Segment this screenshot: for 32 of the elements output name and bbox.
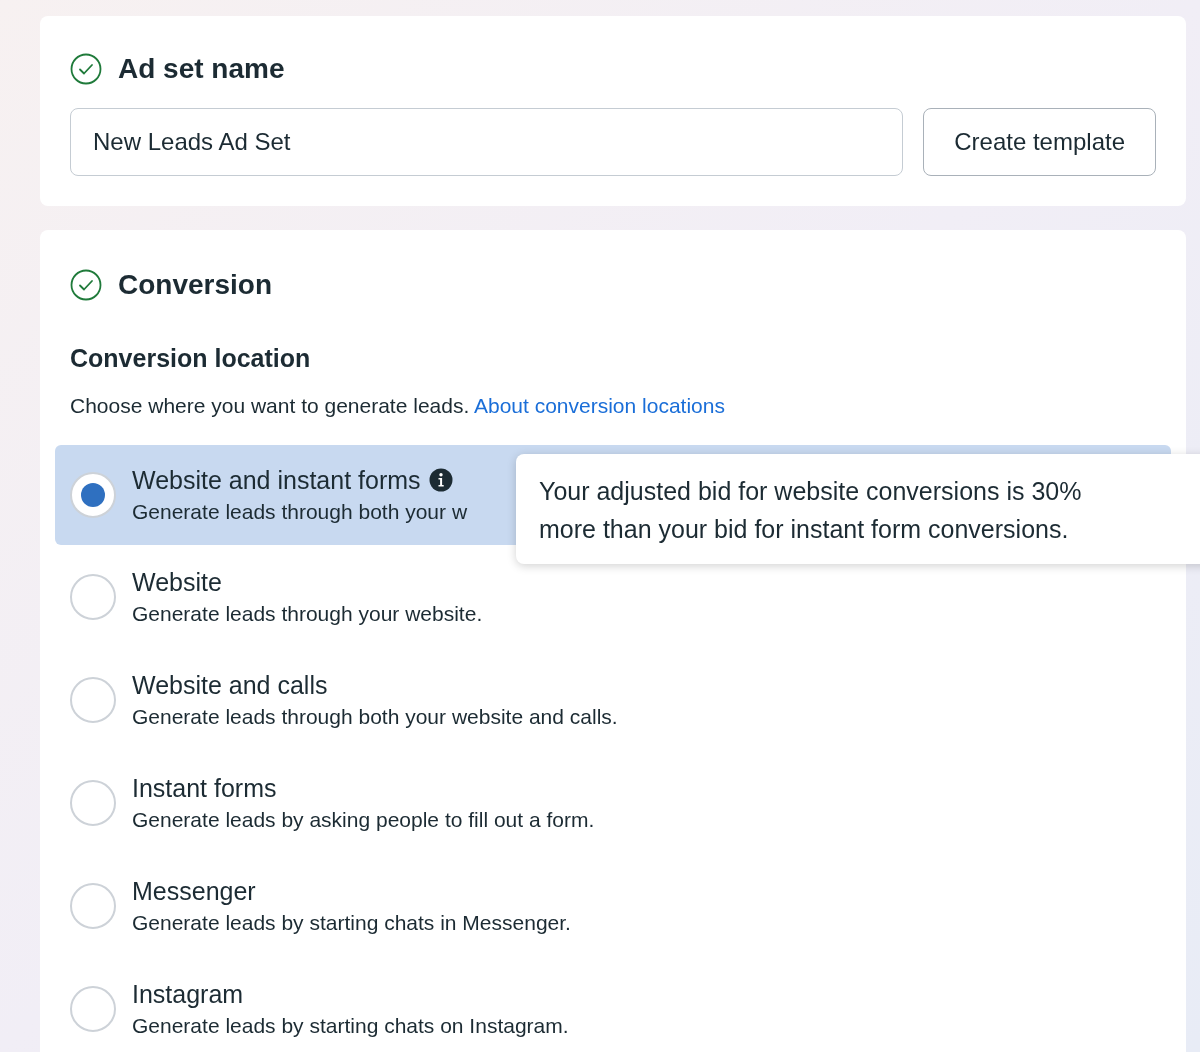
radio-option[interactable]: Instagram Generate leads by starting chats on Instagram. xyxy=(55,957,1171,1052)
option-title: Messenger xyxy=(132,875,256,907)
section-title: Ad set name xyxy=(118,52,285,86)
description-text: Choose where you want to generate leads. About conversion locations xyxy=(69,392,726,419)
option-description: Generate leads by asking people to fill out a form. xyxy=(132,806,595,833)
option-description: Generate leads through both your website and calls. xyxy=(132,703,618,730)
tooltip-text: Your adjusted bid for website conversions is 30% xyxy=(539,476,1083,507)
radio-button[interactable] xyxy=(70,985,116,1032)
radio-option[interactable]: Website Generate leads through your website. xyxy=(55,545,1171,648)
subsection-heading: Conversion location xyxy=(69,343,312,374)
tooltip-text: more than your bid for instant form conversions. xyxy=(539,514,1070,545)
radio-option[interactable]: Messenger Generate leads by starting chats in Messenger. xyxy=(55,854,1171,957)
option-title: Instagram xyxy=(132,978,244,1010)
option-title: Instant forms xyxy=(132,772,277,804)
create-template-button[interactable]: Create template xyxy=(923,108,1156,176)
option-description: Generate leads through your website. xyxy=(132,600,483,627)
radio-button[interactable] xyxy=(70,676,116,723)
option-description: Generate leads through both your w xyxy=(132,499,468,525)
option-title: Website and instant forms xyxy=(132,465,421,496)
radio-button[interactable] xyxy=(70,779,116,826)
input-field[interactable]: New Leads Ad Set xyxy=(70,108,904,176)
radio-option[interactable]: Website and calls Generate leads through both your website and calls. xyxy=(55,648,1171,751)
radio-button[interactable] xyxy=(70,472,116,518)
radio-option[interactable]: Instant forms Generate leads by asking people to fill out a form. xyxy=(55,751,1171,854)
option-title: Website xyxy=(132,566,222,598)
section-title: Conversion xyxy=(118,268,273,302)
option-description: Generate leads by starting chats on Instagram. xyxy=(132,1012,569,1039)
radio-button[interactable] xyxy=(70,882,116,929)
radio-button[interactable] xyxy=(70,573,116,620)
option-title: Website and calls xyxy=(132,669,328,701)
about-link[interactable]: About conversion locations xyxy=(473,393,725,417)
option-description: Generate leads by starting chats in Messenger. xyxy=(132,909,571,936)
